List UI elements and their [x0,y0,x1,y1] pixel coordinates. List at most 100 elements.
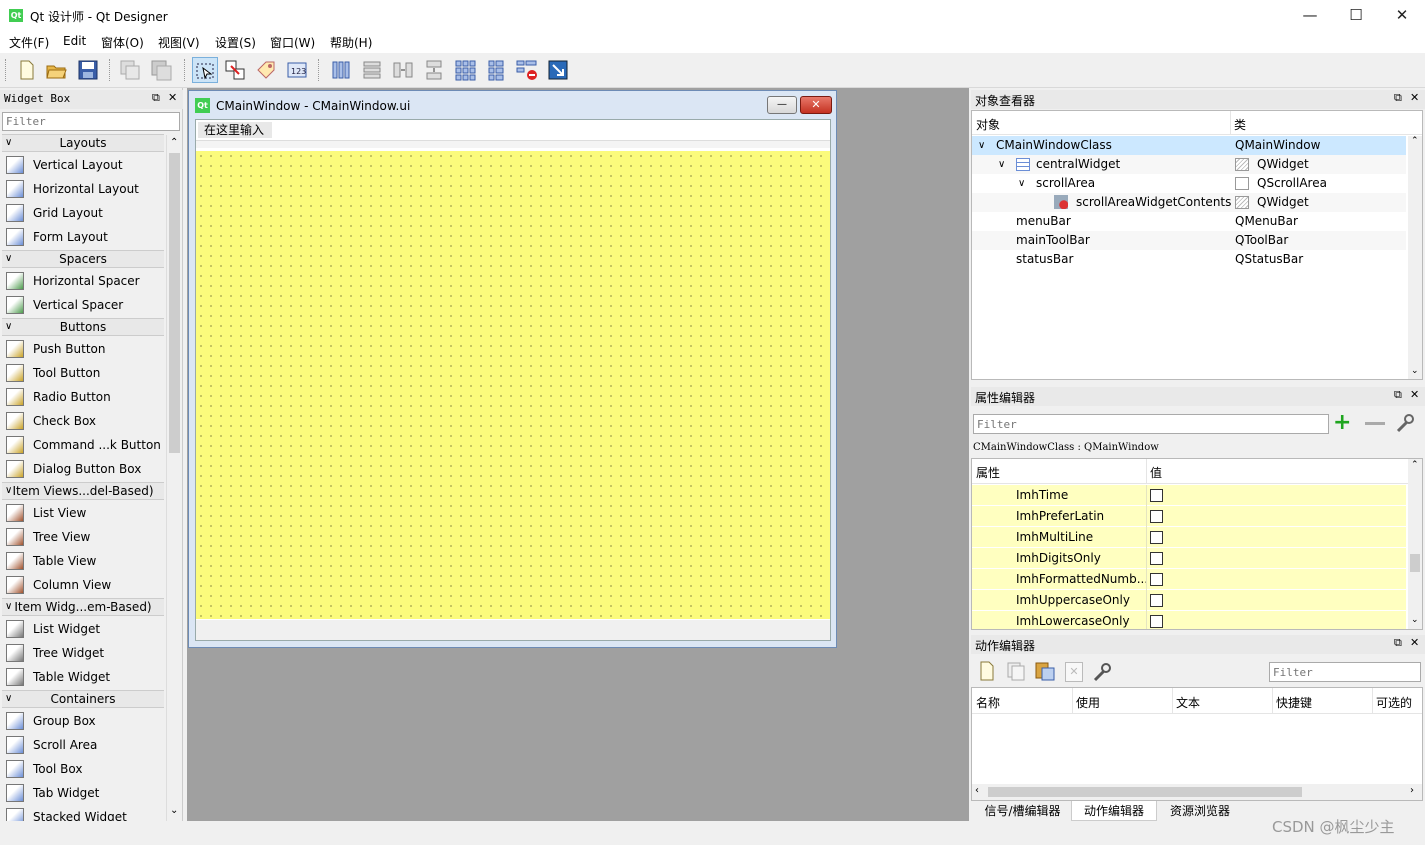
object-tree-row[interactable]: scrollAreaWidgetContents QWidget [972,193,1406,212]
column-property[interactable]: 属性 [976,464,1000,481]
menu-form[interactable]: 窗体(O) [101,31,144,51]
widget-item[interactable]: Table View [6,550,96,572]
widget-item[interactable]: Tab Widget [6,782,99,804]
float-icon[interactable]: ⧉ [1394,91,1402,105]
widget-item[interactable]: List View [6,502,86,524]
layout-v-splitter-icon[interactable] [421,57,447,83]
save-icon[interactable] [75,57,101,83]
property-row[interactable]: ImhDigitsOnly [972,548,1406,569]
action-hscrollbar[interactable]: ‹ › [972,784,1422,800]
property-row[interactable]: ImhLowercaseOnly [972,611,1406,629]
scroll-down-icon[interactable]: ⌄ [1411,366,1419,376]
widget-item[interactable]: Command ...k Button [6,434,161,456]
widget-item[interactable]: Group Box [6,710,96,732]
close-icon[interactable]: ✕ [1410,636,1419,649]
expand-arrow-icon[interactable]: ∨ [978,136,985,155]
tab-action-editor[interactable]: 动作编辑器 [1071,801,1157,821]
widget-category-header[interactable]: ∨ Item Widg...em-Based) [2,598,164,616]
configure-wrench-icon[interactable] [1395,412,1415,434]
widget-list-scrollbar[interactable]: ⌃ ⌄ [166,135,181,821]
edit-signals-slots-icon[interactable] [222,57,248,83]
close-icon[interactable]: ✕ [1410,388,1419,401]
widget-item[interactable]: Stacked Widget [6,806,127,821]
layout-grid-icon[interactable] [452,57,478,83]
property-checkbox[interactable] [1150,552,1163,565]
property-scrollbar[interactable]: ⌃ ⌄ [1408,459,1422,629]
scroll-up-icon[interactable]: ⌃ [1411,460,1419,470]
widget-item[interactable]: Tool Box [6,758,82,780]
edit-widgets-icon[interactable] [192,57,218,83]
close-button[interactable]: ✕ [1379,0,1425,31]
widget-category-header[interactable]: ∨ Spacers [2,250,164,268]
tab-resource-browser[interactable]: 资源浏览器 [1157,801,1243,821]
property-checkbox[interactable] [1150,615,1163,628]
property-checkbox[interactable] [1150,573,1163,586]
scroll-left-icon[interactable]: ‹ [975,785,979,796]
menu-help[interactable]: 帮助(H) [330,31,372,51]
remove-property-icon[interactable] [1365,422,1385,425]
widget-filter-input[interactable] [2,112,180,131]
widget-item[interactable]: Form Layout [6,226,108,248]
column-used[interactable]: 使用 [1076,694,1100,711]
scroll-down-icon[interactable]: ⌄ [1411,615,1419,625]
open-folder-icon[interactable] [43,57,69,83]
expand-arrow-icon[interactable]: ∨ [1018,174,1025,193]
property-checkbox[interactable] [1150,531,1163,544]
float-icon[interactable]: ⧉ [152,91,160,105]
action-filter-input[interactable] [1269,662,1421,682]
form-close-button[interactable]: ✕ [800,96,832,114]
break-layout-icon[interactable] [514,57,540,83]
property-row[interactable]: ImhFormattedNumb... [972,569,1406,590]
menu-file[interactable]: 文件(F) [9,31,49,51]
adjust-size-icon[interactable] [545,57,571,83]
minimize-button[interactable]: — [1287,0,1333,31]
form-minimize-button[interactable]: — [767,96,797,114]
widget-item[interactable]: Vertical Spacer [6,294,123,316]
object-tree-row[interactable]: ∨ CMainWindowClass QMainWindow [972,136,1406,155]
scroll-down-icon[interactable]: ⌄ [170,805,178,816]
object-tree-row[interactable]: ∨ centralWidget QWidget [972,155,1406,174]
menu-window[interactable]: 窗口(W) [270,31,315,51]
float-icon[interactable]: ⧉ [1394,636,1402,650]
widget-item[interactable]: Tree View [6,526,90,548]
widget-item[interactable]: Scroll Area [6,734,97,756]
scroll-thumb[interactable] [169,153,180,453]
new-file-icon[interactable] [13,57,39,83]
layout-vertical-icon[interactable] [359,57,385,83]
property-row[interactable]: ImhMultiLine [972,527,1406,548]
widget-item[interactable]: Horizontal Layout [6,178,139,200]
menu-view[interactable]: 视图(V) [158,31,200,51]
add-property-icon[interactable]: + [1333,412,1351,434]
property-checkbox[interactable] [1150,489,1163,502]
column-class[interactable]: 类 [1234,116,1246,133]
scroll-thumb[interactable] [988,787,1302,797]
widget-item[interactable]: Tree Widget [6,642,104,664]
property-filter-input[interactable] [973,414,1329,434]
edit-tab-order-icon[interactable]: 123 [284,57,310,83]
column-name[interactable]: 名称 [976,694,1000,711]
widget-category-header[interactable]: ∨ Containers [2,690,164,708]
menu-edit[interactable]: Edit [63,31,86,48]
column-shortcut[interactable]: 快捷键 [1276,694,1312,711]
widget-item[interactable]: List Widget [6,618,100,640]
widget-item[interactable]: Grid Layout [6,202,103,224]
edit-buddies-icon[interactable] [253,57,279,83]
scroll-up-icon[interactable]: ⌃ [170,137,178,148]
property-checkbox[interactable] [1150,594,1163,607]
widget-item[interactable]: Push Button [6,338,106,360]
paste-icon[interactable] [148,57,174,83]
property-row[interactable]: ImhPreferLatin [972,506,1406,527]
float-icon[interactable]: ⧉ [1394,388,1402,402]
form-window[interactable]: Qt CMainWindow - CMainWindow.ui — ✕ 在这里输… [188,90,837,648]
widget-item[interactable]: Table Widget [6,666,110,688]
object-tree-row[interactable]: mainToolBar QToolBar [972,231,1406,250]
widget-category-header[interactable]: ∨ Buttons [2,318,164,336]
toolbar-handle[interactable] [5,59,7,81]
widget-item[interactable]: Horizontal Spacer [6,270,140,292]
widget-item[interactable]: Radio Button [6,386,111,408]
maximize-button[interactable]: ☐ [1333,0,1379,31]
property-checkbox[interactable] [1150,510,1163,523]
tab-signal-slot-editor[interactable]: 信号/槽编辑器 [974,801,1071,821]
copy-icon[interactable] [117,57,143,83]
copy-action-icon[interactable] [1006,661,1026,681]
